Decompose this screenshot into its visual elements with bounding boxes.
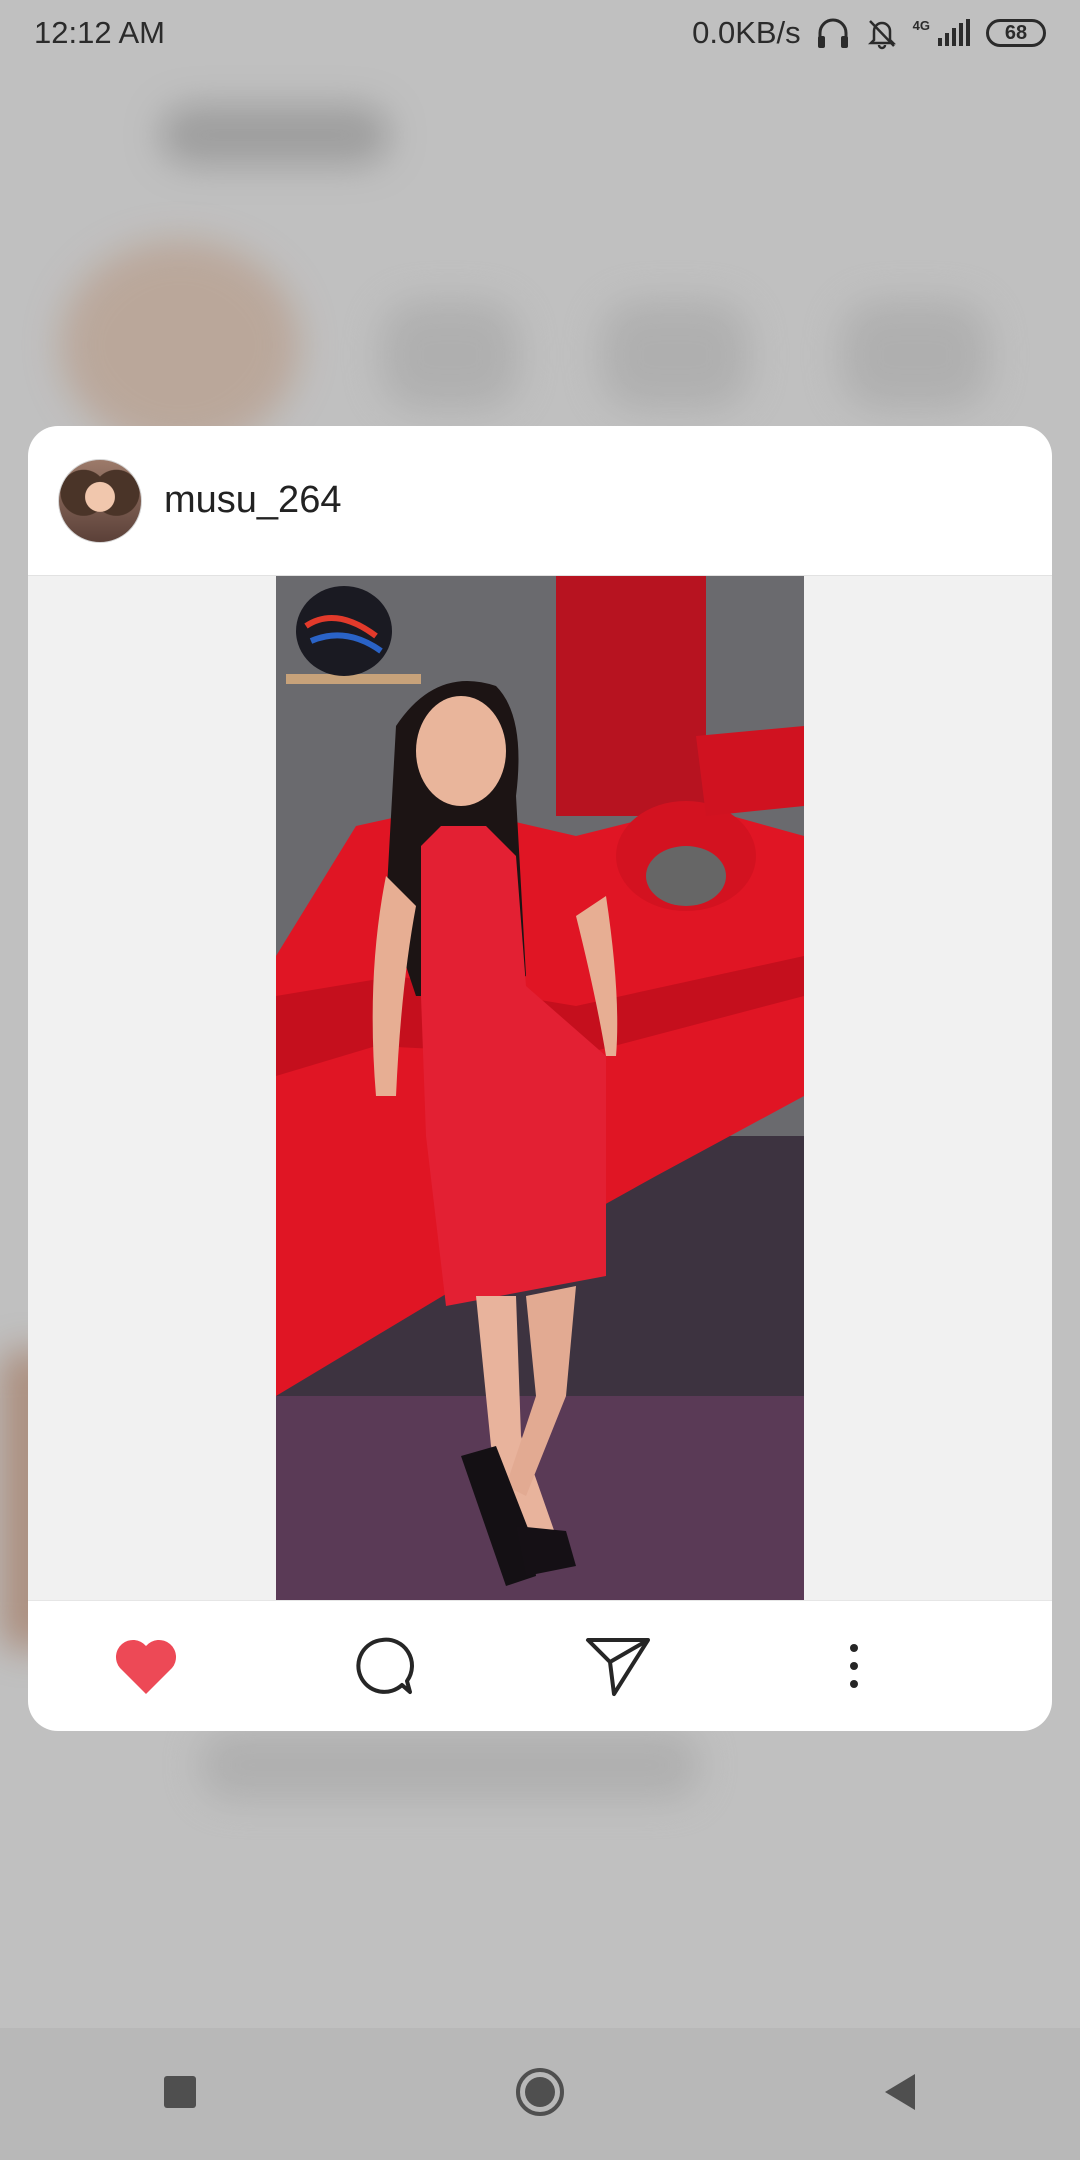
- post-header: musu_264: [28, 426, 1052, 576]
- avatar[interactable]: [58, 458, 142, 543]
- circle-icon: [514, 2066, 566, 2123]
- blurred-content: [200, 1730, 700, 1800]
- comment-button[interactable]: [264, 1616, 500, 1716]
- post-image[interactable]: [276, 576, 804, 1600]
- share-button[interactable]: [500, 1616, 736, 1716]
- net-speed: 0.0KB/s: [692, 15, 801, 50]
- heart-icon: [112, 1636, 180, 1696]
- username[interactable]: musu_264: [164, 479, 341, 522]
- headphones-icon: [815, 16, 851, 50]
- blurred-stat: [600, 300, 750, 410]
- comment-icon: [350, 1634, 414, 1698]
- send-icon: [584, 1634, 652, 1698]
- post-preview-modal: musu_264: [28, 426, 1052, 1731]
- triangle-back-icon: [883, 2072, 917, 2117]
- recents-button[interactable]: [120, 2044, 240, 2144]
- bell-off-icon: [865, 16, 899, 50]
- blurred-header: [160, 105, 390, 165]
- status-indicators: 0.0KB/s 4G 68: [692, 15, 1046, 51]
- more-vertical-icon: [846, 1642, 862, 1690]
- status-bar: 12:12 AM 0.0KB/s 4G 68: [0, 0, 1080, 66]
- square-icon: [162, 2074, 198, 2115]
- blurred-stat: [380, 300, 520, 410]
- navigation-bar: [0, 2028, 1080, 2160]
- post-image-area: [28, 576, 1052, 1600]
- status-time: 12:12 AM: [34, 15, 165, 50]
- battery-icon: 68: [986, 19, 1046, 47]
- post-actions: [28, 1600, 1052, 1731]
- back-button[interactable]: [840, 2044, 960, 2144]
- signal-icon: [936, 18, 972, 48]
- blurred-profile-picture: [60, 240, 300, 450]
- network-type: 4G: [912, 17, 930, 33]
- home-button[interactable]: [480, 2044, 600, 2144]
- blurred-stat: [840, 300, 990, 410]
- more-options-button[interactable]: [736, 1616, 972, 1716]
- like-button[interactable]: [28, 1616, 264, 1716]
